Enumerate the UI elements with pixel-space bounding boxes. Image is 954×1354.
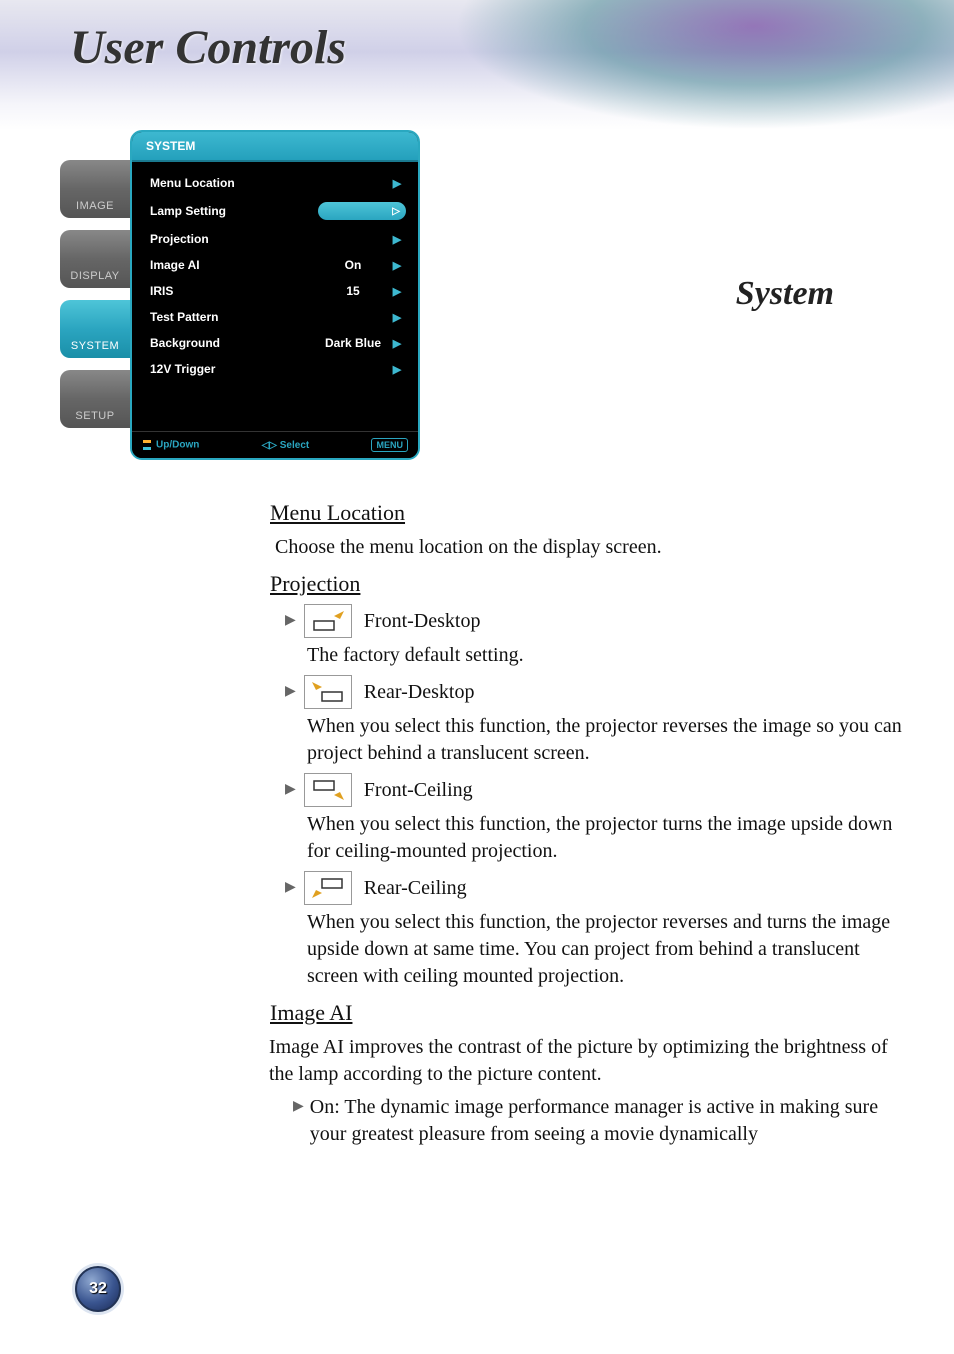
osd-value: On [318,258,388,272]
osd-tabs: IMAGE DISPLAY SYSTEM SETUP [60,160,135,440]
rear-ceiling-icon [304,871,352,905]
arrow-right-icon: ▶ [388,259,406,272]
projection-desc: When you select this function, the proje… [307,811,905,865]
image-ai-bullet: ▶ On: The dynamic image performance mana… [293,1094,905,1148]
osd-label: IRIS [150,284,318,298]
osd-tab-image[interactable]: IMAGE [60,160,130,218]
text-menu-location: Choose the menu location on the display … [275,534,905,561]
updown-indicator: Up/Down [142,438,199,452]
osd-tab-system[interactable]: SYSTEM [60,300,130,358]
arrow-right-icon: ▶ [388,177,406,190]
osd-row-test-pattern[interactable]: Test Pattern ▶ [132,304,418,330]
osd-tab-setup[interactable]: SETUP [60,370,130,428]
arrow-right-icon: ▶ [388,337,406,350]
triangle-right-icon: ▶ [293,1098,304,1148]
projection-item: ▶ Front-Desktop [285,604,905,638]
osd-menu: IMAGE DISPLAY SYSTEM SETUP SYSTEM Menu L… [60,130,425,465]
osd-tab-display[interactable]: DISPLAY [60,230,130,288]
menu-indicator: MENU [371,438,408,452]
page-title: User Controls [70,20,346,75]
header-graphic [454,0,954,130]
projection-item: ▶ Rear-Desktop [285,675,905,709]
osd-label: Lamp Setting [150,204,318,218]
select-indicator: ◁▷ Select [262,440,310,451]
arrow-right-icon: ▶ [388,233,406,246]
osd-label: Test Pattern [150,310,318,324]
projection-desc: The factory default setting. [307,642,905,669]
heading-menu-location: Menu Location [255,498,905,528]
front-desktop-icon [304,604,352,638]
arrow-right-icon: ▶ [388,285,406,298]
osd-label: Background [150,336,318,350]
osd-row-menu-location[interactable]: Menu Location ▶ [132,170,418,196]
osd-panel: SYSTEM Menu Location ▶ Lamp Setting ▷ Pr… [130,130,420,460]
arrow-right-icon: ▶ [388,311,406,324]
osd-value: Dark Blue [318,336,388,350]
projection-item: ▶ Front-Ceiling [285,773,905,807]
page-number: 32 [89,1280,107,1298]
osd-label: 12V Trigger [150,362,318,376]
image-ai-on-text: On: The dynamic image performance manage… [310,1094,905,1148]
arrow-right-icon: ▷ [392,206,400,217]
projection-desc: When you select this function, the proje… [307,713,905,767]
triangle-right-icon: ▶ [285,781,296,800]
heading-projection: Projection [255,569,905,599]
projection-label: Front-Desktop [364,608,481,635]
front-ceiling-icon [304,773,352,807]
osd-row-image-ai[interactable]: Image AI On ▶ [132,252,418,278]
osd-header: SYSTEM [132,132,418,162]
arrow-right-icon: ▶ [388,363,406,376]
heading-image-ai: Image AI [255,998,905,1028]
projection-item: ▶ Rear-Ceiling [285,871,905,905]
osd-row-lamp-setting[interactable]: Lamp Setting ▷ [132,196,418,226]
osd-label: Menu Location [150,176,318,190]
triangle-right-icon: ▶ [285,683,296,702]
osd-row-background[interactable]: Background Dark Blue ▶ [132,330,418,356]
text-image-ai: Image AI improves the contrast of the pi… [269,1034,905,1088]
osd-highlight-box: ▷ [318,202,406,220]
osd-footer: Up/Down ◁▷ Select MENU [132,431,418,458]
page-number-badge: 32 [75,1266,121,1312]
rear-desktop-icon [304,675,352,709]
projection-label: Rear-Desktop [364,679,475,706]
projection-label: Rear-Ceiling [364,875,467,902]
osd-value: 15 [318,284,388,298]
section-title: System [736,275,834,313]
projection-desc: When you select this function, the proje… [307,909,905,990]
osd-label: Image AI [150,258,318,272]
osd-row-12v-trigger[interactable]: 12V Trigger ▶ [132,356,418,382]
triangle-right-icon: ▶ [285,879,296,898]
triangle-right-icon: ▶ [285,612,296,631]
projection-label: Front-Ceiling [364,777,473,804]
osd-row-iris[interactable]: IRIS 15 ▶ [132,278,418,304]
content-body: Menu Location Choose the menu location o… [265,490,905,1152]
osd-row-projection[interactable]: Projection ▶ [132,226,418,252]
osd-label: Projection [150,232,318,246]
